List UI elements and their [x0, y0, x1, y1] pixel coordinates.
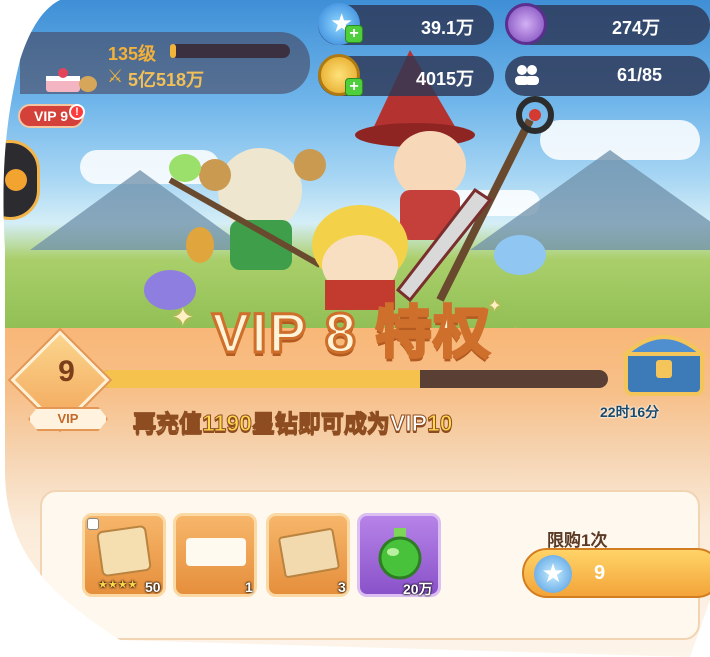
- crossed-swords-icon: ⚔: [107, 66, 124, 86]
- vip-current-level: 9: [58, 355, 75, 388]
- vip-progress-fill: [100, 370, 420, 388]
- level-progress-track: [170, 44, 290, 58]
- coupon-icon: [186, 538, 246, 566]
- add-star-gem-button[interactable]: +: [345, 25, 363, 43]
- chest-timer: 22时16分: [600, 404, 660, 420]
- reward-count: 1: [245, 579, 253, 595]
- ticket-icon: [278, 527, 340, 578]
- green-potion-icon: [370, 522, 430, 582]
- combat-power: 5亿518万: [128, 70, 205, 90]
- side-menu-avatar[interactable]: [0, 140, 40, 220]
- grid-icon: [87, 518, 99, 530]
- blue-star-icon: ★: [534, 555, 572, 593]
- cake-icon: [40, 66, 98, 94]
- level-progress-fill: [170, 44, 176, 58]
- purple-coin-value: 274万: [611, 18, 660, 38]
- gold-coin-value: 4015万: [415, 69, 474, 89]
- reward-stars: ★★★★: [98, 579, 138, 591]
- recharge-hint: 再充值1190星钻即可成为VIP10: [133, 410, 453, 436]
- star-gem-value: 39.1万: [420, 18, 474, 38]
- purple-coin-icon: [505, 3, 547, 45]
- add-gold-button[interactable]: +: [345, 78, 363, 96]
- scroll-card-icon: [96, 525, 152, 578]
- reward-count: 20万: [403, 581, 433, 597]
- group-icon: [512, 63, 542, 87]
- vip-privilege-screen: 135级 ⚔ 5亿518万 VIP 9 ! ★ + 39.1万 274万 + 4…: [0, 0, 710, 657]
- vip-tag: VIP: [28, 407, 108, 431]
- treasure-chest-icon[interactable]: [618, 320, 710, 400]
- notification-alert-icon: !: [69, 104, 85, 120]
- vip-privilege-title: VIP 8 特权: [212, 301, 492, 364]
- purchase-button[interactable]: ★ 9: [522, 548, 710, 598]
- purchase-price: 9: [594, 562, 606, 584]
- reward-count: 50: [145, 579, 161, 595]
- player-level: 135级: [108, 44, 157, 64]
- friends-value: 61/85: [616, 65, 662, 85]
- reward-count: 3: [338, 579, 346, 595]
